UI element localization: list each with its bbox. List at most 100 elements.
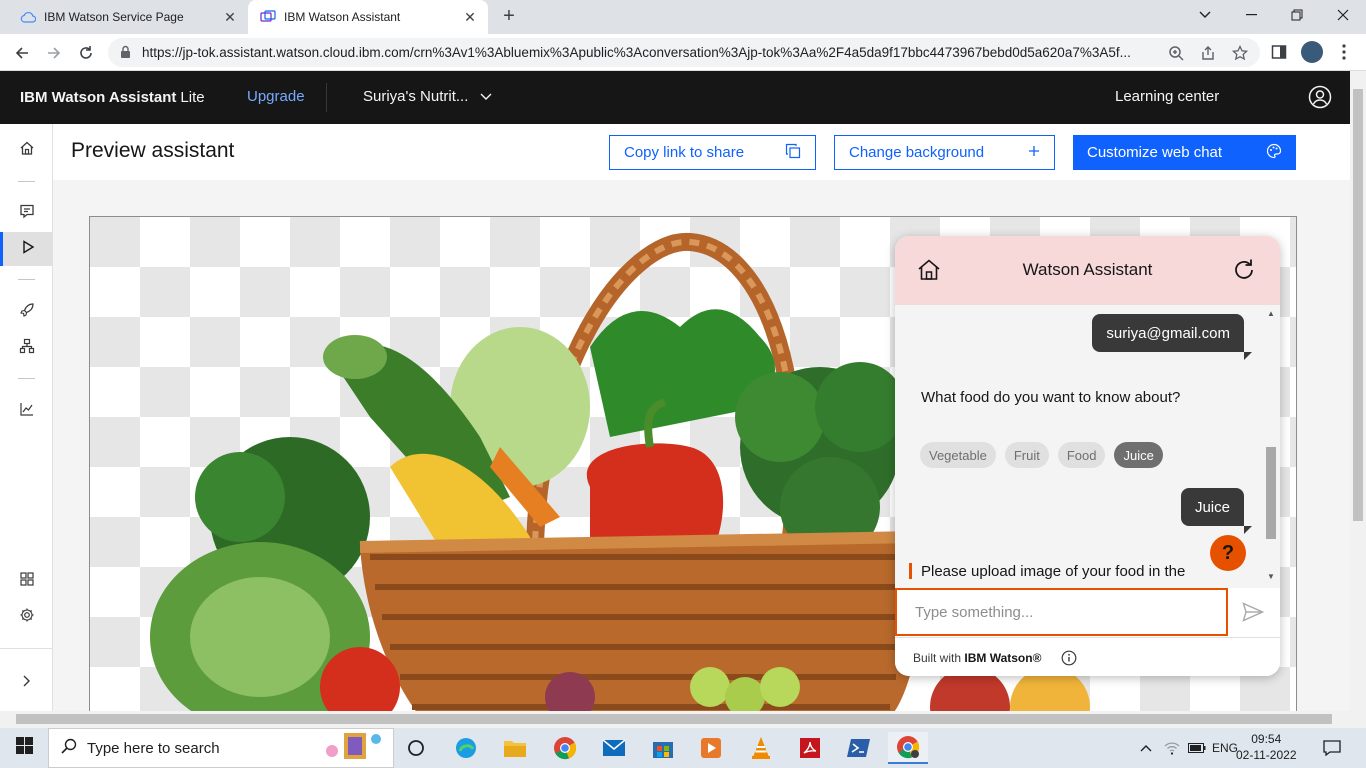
analytics-icon [19, 401, 35, 422]
option-vegetable[interactable]: Vegetable [920, 442, 996, 468]
chevron-right-icon [23, 674, 31, 692]
app-brand[interactable]: IBM Watson Assistant Lite [20, 89, 205, 106]
brand-name: IBM Watson Assistant [20, 89, 177, 106]
back-button[interactable] [10, 41, 34, 65]
watson-assistant-icon [260, 9, 276, 25]
tab-ibm-watson-service-page[interactable]: IBM Watson Service Page ✕ [8, 0, 248, 34]
tab-label: IBM Watson Assistant [284, 10, 401, 24]
taskbar-search-placeholder: Type here to search [87, 739, 220, 757]
copy-link-button[interactable]: Copy link to share [609, 135, 816, 170]
nav-integrations[interactable] [0, 564, 53, 598]
url-text: https://jp-tok.assistant.watson.cloud.ib… [142, 45, 1131, 60]
task-view-icon[interactable] [396, 732, 436, 764]
cloud-icon [20, 9, 36, 25]
change-background-button[interactable]: Change background [834, 135, 1055, 170]
taskbar-search-box[interactable]: Type here to search [48, 728, 394, 768]
chrome-icon[interactable] [545, 732, 585, 764]
forward-button[interactable] [42, 41, 66, 65]
palette-icon [1266, 143, 1282, 163]
chat-messages: suriya@gmail.com What food do you want t… [895, 305, 1280, 588]
tab-label: IBM Watson Service Page [44, 10, 184, 24]
assistant-name: Suriya's Nutrit... [363, 88, 469, 105]
clock-date: 02-11-2022 [1236, 748, 1297, 762]
zoom-icon[interactable] [1166, 43, 1186, 63]
battery-icon[interactable] [1188, 728, 1206, 768]
browser-menu-icon[interactable] [1333, 41, 1355, 63]
wifi-icon[interactable] [1164, 728, 1180, 768]
option-juice[interactable]: Juice [1114, 442, 1163, 468]
nav-separator [18, 279, 35, 280]
search-highlight-image [324, 729, 386, 767]
rocket-icon [19, 302, 35, 323]
restore-button[interactable] [1274, 0, 1320, 30]
mail-icon[interactable] [594, 732, 634, 764]
nav-environments[interactable] [0, 331, 53, 365]
nav-expand[interactable] [0, 666, 53, 700]
lock-icon[interactable] [120, 45, 131, 64]
close-window-button[interactable] [1320, 0, 1366, 30]
address-bar[interactable]: https://jp-tok.assistant.watson.cloud.ib… [108, 38, 1260, 67]
web-chat-widget: Watson Assistant suriya@gmail.com What f… [895, 236, 1280, 676]
browser-tab-bar: IBM Watson Service Page ✕ IBM Watson Ass… [0, 0, 1366, 34]
language-indicator[interactable]: ENG [1212, 728, 1238, 768]
tab-search-chevron-icon[interactable] [1182, 0, 1228, 30]
reload-button[interactable] [74, 41, 98, 65]
add-icon [1028, 144, 1040, 161]
info-icon[interactable] [1061, 650, 1077, 671]
help-button[interactable]: ? [1210, 535, 1246, 571]
system-clock[interactable]: 09:54 02-11-2022 [1236, 731, 1297, 763]
clock-time: 09:54 [1251, 732, 1282, 746]
media-player-icon[interactable] [691, 732, 731, 764]
nav-actions[interactable] [0, 196, 53, 230]
show-hidden-icons-chevron-icon[interactable] [1140, 728, 1152, 768]
tree-view-icon [19, 338, 35, 359]
customize-web-chat-button[interactable]: Customize web chat [1073, 135, 1296, 170]
user-avatar-icon[interactable] [1308, 85, 1332, 114]
option-fruit[interactable]: Fruit [1004, 442, 1049, 468]
option-food[interactable]: Food [1057, 442, 1106, 468]
tab-ibm-watson-assistant[interactable]: IBM Watson Assistant ✕ [248, 0, 488, 34]
nav-analyze[interactable] [0, 394, 53, 428]
close-tab-icon[interactable]: ✕ [460, 7, 480, 27]
assistant-selector[interactable]: Suriya's Nutrit... [363, 88, 492, 105]
send-icon[interactable] [1242, 602, 1265, 627]
nav-separator [18, 181, 35, 182]
nav-separator [18, 378, 35, 379]
acrobat-icon[interactable] [790, 732, 830, 764]
user-message: suriya@gmail.com [1092, 314, 1252, 360]
minimize-button[interactable] [1228, 0, 1274, 30]
powershell-icon[interactable] [839, 732, 879, 764]
windows-taskbar: Type here to search ENG 09:54 02-11-2022 [0, 728, 1366, 768]
bookmark-star-icon[interactable] [1230, 43, 1250, 63]
side-panel-icon[interactable] [1268, 41, 1290, 63]
scroll-up-arrow-icon[interactable]: ▲ [1266, 309, 1276, 318]
upgrade-link[interactable]: Upgrade [247, 88, 305, 105]
vlc-icon[interactable] [741, 732, 781, 764]
nav-publish[interactable] [0, 295, 53, 329]
scroll-down-arrow-icon[interactable]: ▼ [1266, 572, 1276, 581]
side-nav [0, 124, 53, 711]
customize-label: Customize web chat [1087, 144, 1223, 161]
learning-center-link[interactable]: Learning center [1115, 88, 1219, 105]
gear-icon [19, 607, 35, 628]
nav-settings[interactable] [0, 600, 53, 634]
chrome-active-icon[interactable] [888, 732, 928, 764]
chat-scrollbar-thumb[interactable] [1266, 447, 1276, 539]
close-tab-icon[interactable]: ✕ [220, 7, 240, 27]
page-horizontal-scrollbar-thumb[interactable] [16, 714, 1332, 724]
new-tab-button[interactable]: + [498, 6, 520, 28]
file-explorer-icon[interactable] [495, 732, 535, 764]
profile-avatar[interactable] [1301, 41, 1323, 63]
nav-home[interactable] [0, 133, 53, 167]
notifications-icon[interactable] [1323, 728, 1341, 768]
nav-preview[interactable] [0, 232, 53, 266]
start-button[interactable] [0, 728, 48, 768]
built-with-label: Built with IBM Watson® [913, 651, 1041, 665]
user-message: Juice [1180, 488, 1253, 534]
page-vertical-scrollbar-thumb[interactable] [1353, 89, 1363, 521]
chat-message-input[interactable] [895, 588, 1228, 636]
edge-icon[interactable] [446, 732, 486, 764]
restart-icon[interactable] [1231, 257, 1257, 288]
store-icon[interactable] [643, 732, 683, 764]
share-icon[interactable] [1198, 43, 1218, 63]
